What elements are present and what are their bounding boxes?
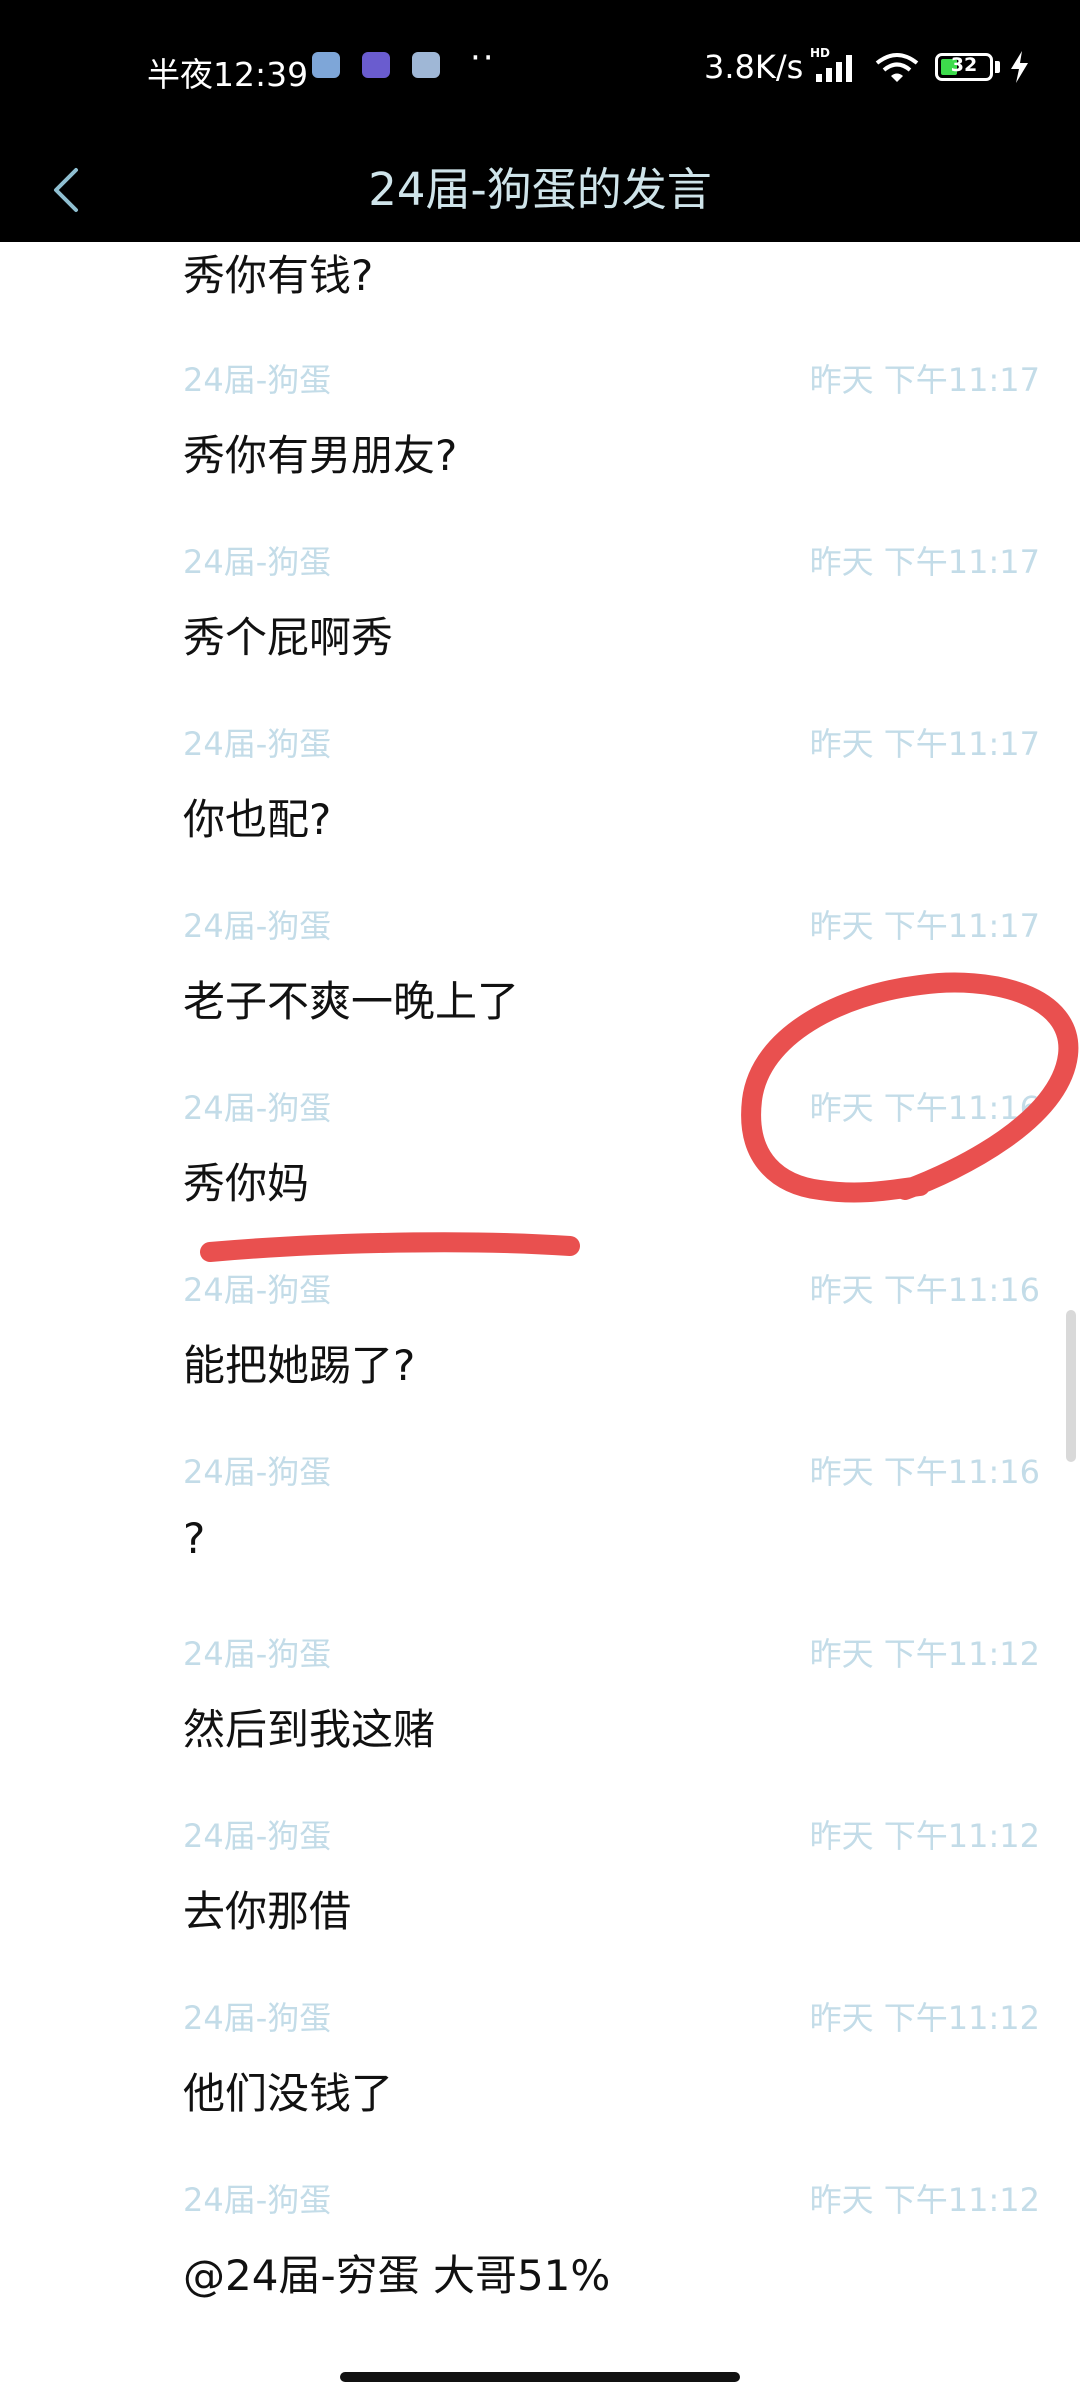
message-text: 去你那借 [183,1887,352,1936]
message-author: 24届-狗蛋 [183,1453,332,1491]
message-time: 昨天 下午11:16 [809,1271,1040,1309]
message-time: 昨天 下午11:17 [809,725,1040,763]
scrollbar[interactable] [1066,1310,1076,1462]
message-author: 24届-狗蛋 [183,361,332,399]
message-time: 昨天 下午11:17 [809,361,1040,399]
message-text: 老子不爽一晚上了 [183,977,520,1026]
status-bar: 半夜12:39 ·· 3.8K/s HD 32 [0,0,1080,138]
message-text: 他们没钱了 [183,2069,394,2118]
charging-icon [1011,51,1028,83]
message-author: 24届-狗蛋 [183,725,332,763]
message-author: 24届-狗蛋 [183,1817,332,1855]
battery-tip [995,61,1000,73]
battery-icon: 32 [935,53,993,81]
message-text: 秀个屁啊秀 [183,613,394,662]
message-text: 秀你有男朋友? [183,431,458,480]
status-time: 半夜12:39 [147,55,309,94]
message-text: 能把她踢了? [183,1341,416,1390]
title-bar: 24届-狗蛋的发言 [0,138,1080,242]
message-author: 24届-狗蛋 [183,907,332,945]
notification-icons [312,52,440,78]
message-text: 你也配? [183,795,332,844]
message-time: 昨天 下午11:17 [809,543,1040,581]
message-time: 昨天 下午11:17 [809,907,1040,945]
page-title: 24届-狗蛋的发言 [368,163,712,216]
message-text: @24届-穷蛋 大哥51% [183,2251,611,2300]
message-time: 昨天 下午11:12 [809,1999,1040,2037]
message-author: 24届-狗蛋 [183,543,332,581]
message-text: ? [183,1514,206,1563]
message-author: 24届-狗蛋 [183,2181,332,2219]
battery-level: 32 [950,54,978,76]
message-author: 24届-狗蛋 [183,1271,332,1309]
message-app-icon [412,52,440,78]
message-time: 昨天 下午11:16 [809,1089,1040,1127]
network-speed: 3.8K/s [704,48,804,86]
message-time: 昨天 下午11:12 [809,1635,1040,1673]
message-text: 秀你有钱? [183,251,374,300]
message-time: 昨天 下午11:12 [809,1817,1040,1855]
signal-icon [816,55,852,82]
wifi-icon [875,53,919,82]
message-author: 24届-狗蛋 [183,1635,332,1673]
home-indicator[interactable] [340,2372,740,2382]
message-author: 24届-狗蛋 [183,1999,332,2037]
message-text: 秀你妈 [183,1159,310,1208]
photo-app-icon [312,52,340,78]
message-time: 昨天 下午11:16 [809,1453,1040,1491]
message-author: 24届-狗蛋 [183,1089,332,1127]
more-notifications-indicator: ·· [470,38,496,78]
message-time: 昨天 下午11:12 [809,2181,1040,2219]
emoji-app-icon [362,52,390,78]
message-text: 然后到我这赌 [183,1705,436,1754]
message-list[interactable]: 秀你有钱? 24届-狗蛋 昨天 下午11:17 秀你有男朋友? 24届-狗蛋 昨… [0,242,1080,2400]
